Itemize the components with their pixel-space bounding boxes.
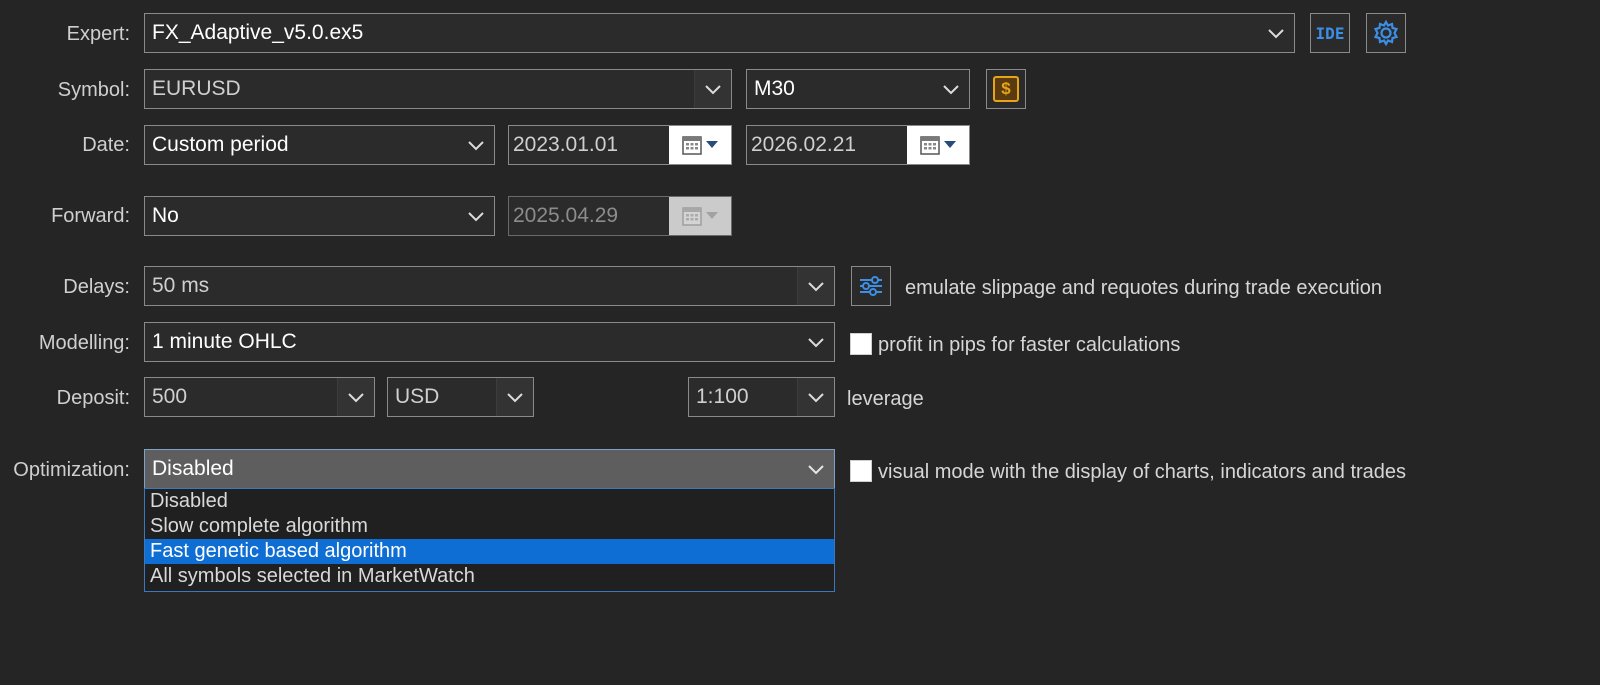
leverage-combo[interactable]: 1:100 xyxy=(688,377,835,417)
calendar-dropdown-button xyxy=(669,197,731,235)
chevron-down-icon xyxy=(458,126,494,164)
modelling-select[interactable]: 1 minute OHLC xyxy=(144,322,835,362)
chevron-down-icon xyxy=(458,197,494,235)
dropdown-option-fast-genetic[interactable]: Fast genetic based algorithm xyxy=(145,539,834,564)
caret-down-icon xyxy=(706,141,718,148)
chevron-down-icon xyxy=(694,70,731,108)
chevron-down-icon xyxy=(337,378,374,416)
expert-settings-button[interactable] xyxy=(1366,13,1406,53)
date-from-value: 2023.01.01 xyxy=(513,133,619,156)
delays-description: emulate slippage and requotes during tra… xyxy=(905,277,1382,299)
calendar-icon xyxy=(682,207,702,226)
expert-label: Expert: xyxy=(66,23,130,45)
dropdown-option-all-symbols[interactable]: All symbols selected in MarketWatch xyxy=(145,564,834,589)
ide-button[interactable]: IDE xyxy=(1310,13,1350,53)
optimization-value: Disabled xyxy=(152,457,234,480)
chevron-down-icon xyxy=(797,267,834,305)
expert-value: FX_Adaptive_v5.0.ex5 xyxy=(152,21,364,44)
sliders-icon xyxy=(860,276,882,296)
ide-icon: IDE xyxy=(1315,23,1345,43)
dollar-glyph: $ xyxy=(1001,79,1011,98)
date-to-value: 2026.02.21 xyxy=(751,133,857,156)
symbol-label: Symbol: xyxy=(57,79,130,101)
symbol-value: EURUSD xyxy=(152,77,241,100)
delays-select[interactable]: 50 ms xyxy=(144,266,835,306)
leverage-label: leverage xyxy=(847,388,924,410)
deposit-amount-value: 500 xyxy=(152,385,188,408)
date-from-picker[interactable]: 2023.01.01 xyxy=(508,125,732,165)
deposit-label: Deposit: xyxy=(56,387,130,409)
timeframe-value: M30 xyxy=(754,77,795,100)
expert-select[interactable]: FX_Adaptive_v5.0.ex5 xyxy=(144,13,1295,53)
dropdown-option-slow-complete[interactable]: Slow complete algorithm xyxy=(145,514,834,539)
delays-value: 50 ms xyxy=(152,274,210,297)
forward-select[interactable]: No xyxy=(144,196,495,236)
forward-label: Forward: xyxy=(51,205,130,227)
caret-down-icon xyxy=(706,212,718,219)
date-label: Date: xyxy=(82,134,130,156)
optimization-dropdown-list[interactable]: Disabled Slow complete algorithm Fast ge… xyxy=(144,488,835,592)
visual-mode-checkbox[interactable] xyxy=(850,460,872,482)
calendar-icon xyxy=(920,136,940,155)
calendar-icon xyxy=(682,136,702,155)
chevron-down-icon xyxy=(1258,14,1294,52)
calendar-dropdown-button[interactable] xyxy=(669,126,731,164)
dollar-icon: $ xyxy=(993,76,1019,102)
optimization-select[interactable]: Disabled xyxy=(144,449,835,489)
chevron-down-icon xyxy=(798,323,834,361)
symbol-spec-button[interactable]: $ xyxy=(986,69,1026,109)
chevron-down-icon xyxy=(496,378,533,416)
deposit-amount-combo[interactable]: 500 xyxy=(144,377,375,417)
dropdown-option-disabled[interactable]: Disabled xyxy=(145,489,834,514)
chevron-down-icon xyxy=(798,450,834,488)
chevron-down-icon xyxy=(933,70,969,108)
date-mode-value: Custom period xyxy=(152,133,289,156)
symbol-combo[interactable]: EURUSD xyxy=(144,69,732,109)
visual-mode-label: visual mode with the display of charts, … xyxy=(878,461,1407,483)
optimization-label: Optimization: xyxy=(13,459,130,481)
forward-date-value: 2025.04.29 xyxy=(513,204,619,227)
caret-down-icon xyxy=(944,141,956,148)
delays-label: Delays: xyxy=(63,276,130,298)
modelling-label: Modelling: xyxy=(38,332,130,354)
deposit-currency-value: USD xyxy=(395,385,440,408)
forward-value: No xyxy=(152,204,179,227)
modelling-value: 1 minute OHLC xyxy=(152,330,297,353)
leverage-value: 1:100 xyxy=(696,385,749,408)
date-mode-select[interactable]: Custom period xyxy=(144,125,495,165)
profit-in-pips-label: profit in pips for faster calculations xyxy=(878,334,1181,356)
profit-in-pips-checkbox[interactable] xyxy=(850,333,872,355)
chevron-down-icon xyxy=(797,378,834,416)
gear-icon xyxy=(1373,19,1399,47)
date-to-picker[interactable]: 2026.02.21 xyxy=(746,125,970,165)
calendar-dropdown-button[interactable] xyxy=(907,126,969,164)
timeframe-select[interactable]: M30 xyxy=(746,69,970,109)
deposit-currency-combo[interactable]: USD xyxy=(387,377,534,417)
delays-settings-button[interactable] xyxy=(851,266,891,306)
forward-date-picker: 2025.04.29 xyxy=(508,196,732,236)
